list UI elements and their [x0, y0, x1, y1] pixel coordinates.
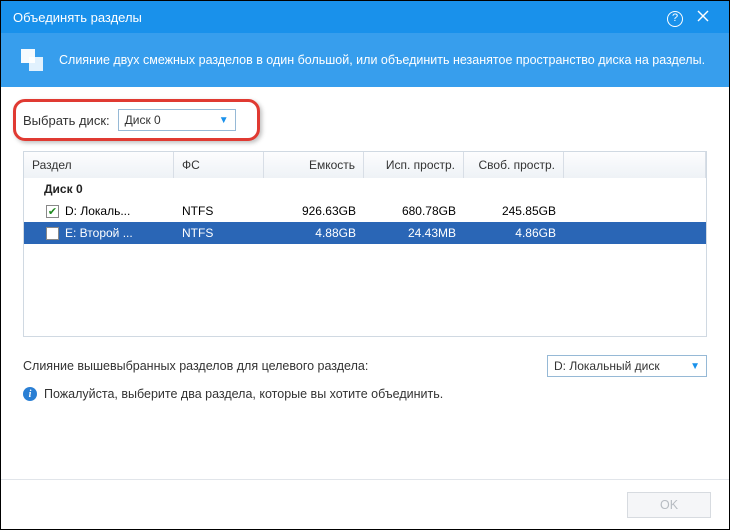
disk-selector-value: Диск 0 [125, 113, 161, 127]
info-icon: i [23, 387, 37, 401]
col-fs[interactable]: ФС [174, 152, 264, 178]
dialog-window: Объединять разделы ? Слияние двух смежны… [0, 0, 730, 530]
checkbox[interactable] [46, 227, 59, 240]
chevron-down-icon: ▼ [219, 115, 229, 126]
col-capacity[interactable]: Емкость [264, 152, 364, 178]
hint-text: Пожалуйста, выберите два раздела, которы… [44, 387, 443, 401]
table-body: Диск 0 ✔ D: Локаль... NTFS 926.63GB 680.… [24, 178, 706, 336]
table-head: Раздел ФС Емкость Исп. простр. Своб. про… [24, 152, 706, 178]
col-free[interactable]: Своб. простр. [464, 152, 564, 178]
target-label: Слияние вышевыбранных разделов для целев… [23, 359, 547, 373]
cell-free: 4.86GB [464, 226, 564, 240]
cell-used: 680.78GB [364, 204, 464, 218]
disk-selector-dropdown[interactable]: Диск 0 ▼ [118, 109, 236, 131]
disk-selector-row: Выбрать диск: Диск 0 ▼ [23, 109, 236, 131]
cell-fs: NTFS [174, 204, 264, 218]
cell-used: 24.43MB [364, 226, 464, 240]
chevron-down-icon: ▼ [690, 361, 700, 372]
col-rest [564, 152, 706, 178]
col-partition[interactable]: Раздел [24, 152, 174, 178]
close-icon[interactable] [689, 9, 717, 25]
hint-row: i Пожалуйста, выберите два раздела, кото… [23, 387, 707, 401]
partition-name: D: Локаль... [65, 204, 130, 218]
table-row[interactable]: ✔ D: Локаль... NTFS 926.63GB 680.78GB 24… [24, 200, 706, 222]
col-used[interactable]: Исп. простр. [364, 152, 464, 178]
info-banner: Слияние двух смежных разделов в один бол… [1, 33, 729, 87]
cell-capacity: 926.63GB [264, 204, 364, 218]
merge-icon [19, 47, 45, 73]
titlebar: Объединять разделы ? [1, 1, 729, 33]
disk-group: Диск 0 [24, 178, 706, 200]
ok-button[interactable]: OK [627, 492, 711, 518]
partition-name: E: Второй ... [65, 226, 133, 240]
target-value: D: Локальный диск [554, 359, 660, 373]
target-dropdown[interactable]: D: Локальный диск ▼ [547, 355, 707, 377]
partition-table: Раздел ФС Емкость Исп. простр. Своб. про… [23, 151, 707, 337]
footer: OK [1, 479, 729, 529]
disk-selector-label: Выбрать диск: [23, 113, 110, 128]
table-row[interactable]: E: Второй ... NTFS 4.88GB 24.43MB 4.86GB [24, 222, 706, 244]
cell-fs: NTFS [174, 226, 264, 240]
checkbox[interactable]: ✔ [46, 205, 59, 218]
help-icon[interactable]: ? [661, 8, 689, 27]
target-row: Слияние вышевыбранных разделов для целев… [23, 355, 707, 377]
banner-text: Слияние двух смежных разделов в один бол… [59, 53, 705, 67]
cell-capacity: 4.88GB [264, 226, 364, 240]
cell-free: 245.85GB [464, 204, 564, 218]
window-title: Объединять разделы [13, 10, 142, 25]
